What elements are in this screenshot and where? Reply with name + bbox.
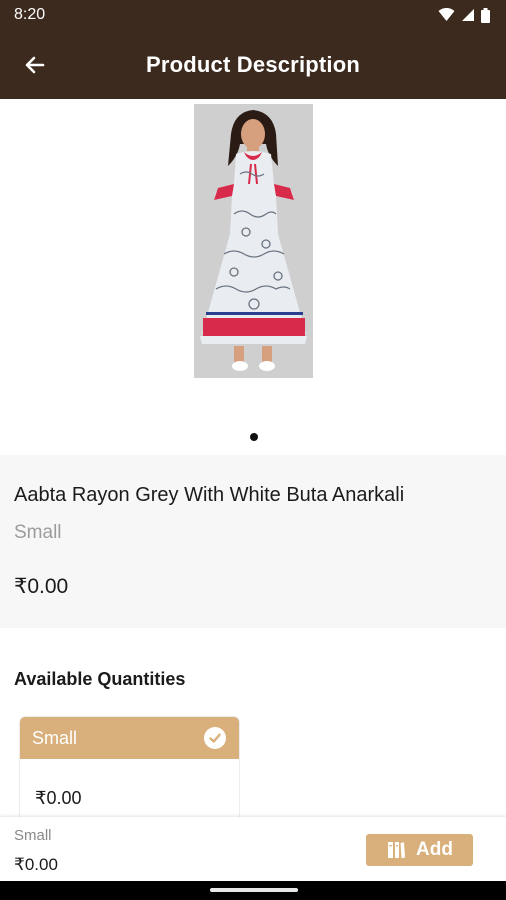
selected-price: ₹0.00 <box>14 855 58 874</box>
product-size: Small <box>14 522 62 543</box>
product-info-panel <box>0 455 506 628</box>
add-button[interactable]: Add <box>366 834 473 866</box>
available-quantities-heading: Available Quantities <box>14 669 186 689</box>
bottom-cart-bar: Small ₹0.00 Add <box>0 817 506 881</box>
home-gesture-handle[interactable] <box>210 888 298 892</box>
quantity-option-price: ₹0.00 <box>35 788 82 808</box>
product-photo-dress <box>194 104 313 378</box>
carousel-indicator-dot[interactable] <box>250 433 258 441</box>
wifi-icon <box>438 8 455 21</box>
quantity-option-header[interactable]: Small <box>20 717 239 759</box>
status-icons <box>438 7 490 23</box>
battery-icon <box>481 7 490 23</box>
product-name: Aabta Rayon Grey With White Buta Anarkal… <box>14 484 405 506</box>
app-bar: Product Description <box>0 30 506 99</box>
book-icon <box>388 842 406 859</box>
status-time: 8:20 <box>14 6 46 23</box>
product-image[interactable] <box>194 104 313 378</box>
status-bar: 8:20 <box>0 0 506 30</box>
product-price: ₹0.00 <box>14 575 69 598</box>
page-title: Product Description <box>145 52 361 77</box>
quantity-option-card[interactable]: Small ₹0.00 <box>19 716 240 828</box>
signal-icon <box>462 9 474 21</box>
check-circle-icon <box>204 727 226 749</box>
selected-size: Small <box>14 827 52 844</box>
quantity-option-label: Small <box>32 727 78 748</box>
add-button-label: Add <box>416 839 453 860</box>
